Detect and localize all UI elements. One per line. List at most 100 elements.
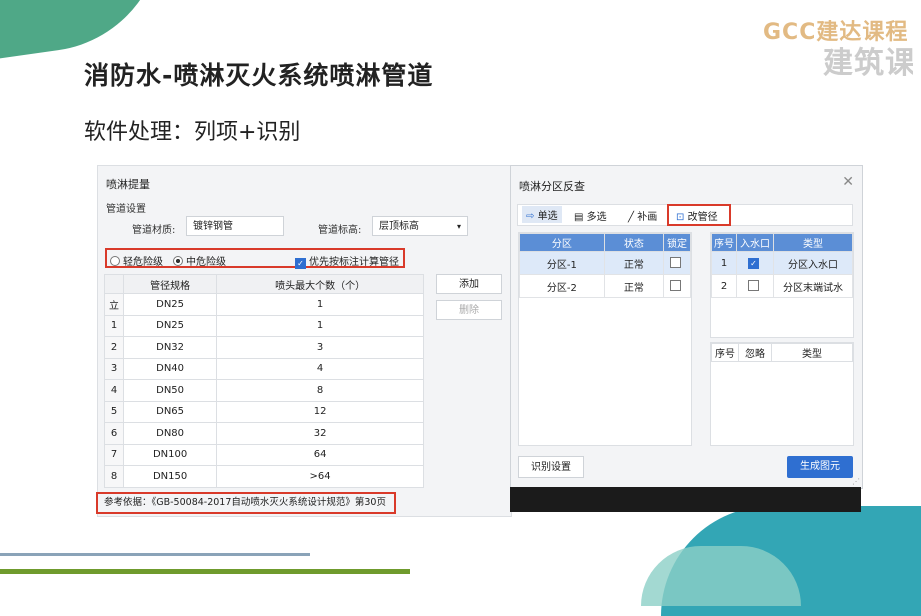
close-icon[interactable]: ✕ xyxy=(842,174,854,190)
row-index: 4 xyxy=(104,379,124,402)
sprinkler-extraction-dialog: 喷淋提量 管道设置 管道材质: 镀锌钢管 管道标高: 层顶标高 ▾ 轻危险级 中… xyxy=(96,165,512,517)
cell-count[interactable]: 4 xyxy=(216,357,424,380)
table-row[interactable]: 8 DN150 >64 xyxy=(104,465,424,488)
lock-checkbox[interactable] xyxy=(663,251,691,275)
tool-multi-select[interactable]: ▤ 多选 xyxy=(574,208,607,223)
table-row[interactable]: 4 DN50 8 xyxy=(104,379,424,402)
inlet-panel: 序号 入水口 类型 1 ✓ 分区入水口 2 分区末端试水 xyxy=(710,232,854,338)
elevation-value: 层顶标高 xyxy=(379,221,419,232)
table-header-spec: 管径规格 xyxy=(122,274,218,294)
resize-grip-icon[interactable]: ⋰ xyxy=(852,477,860,486)
material-label: 管道材质: xyxy=(132,225,176,236)
row-index: 5 xyxy=(104,400,124,423)
zone-panel: 分区 状态 锁定 分区-1 正常 分区-2 正常 xyxy=(518,232,692,446)
header-lock: 锁定 xyxy=(663,233,691,252)
header-type: 类型 xyxy=(771,343,853,362)
cell-spec[interactable]: DN25 xyxy=(122,314,218,337)
cell-spec[interactable]: DN32 xyxy=(122,336,218,359)
reference-note: 参考依据：《GB-50084-2017自动喷水灭火系统设计规范》第30页 xyxy=(96,492,396,514)
cell-spec[interactable]: DN100 xyxy=(122,443,218,466)
inlet-checkbox[interactable]: ✓ xyxy=(736,251,774,275)
radio-icon xyxy=(110,256,120,266)
lock-checkbox[interactable] xyxy=(663,274,691,298)
pipe-settings-group-label: 管道设置 xyxy=(106,204,146,215)
row-index: 1 xyxy=(104,314,124,337)
radio-label: 轻危险级 xyxy=(123,257,163,268)
table-row[interactable]: 5 DN65 12 xyxy=(104,400,424,423)
table-row[interactable]: 7 DN100 64 xyxy=(104,443,424,466)
row-index: 立 xyxy=(104,293,124,316)
header-status: 状态 xyxy=(603,233,665,252)
radio-selected-icon xyxy=(173,256,183,266)
ignore-table: 序号 忽略 类型 xyxy=(711,343,853,362)
cell-count[interactable]: 8 xyxy=(216,379,424,402)
header-inlet: 入水口 xyxy=(736,233,774,252)
inlet-table: 序号 入水口 类型 1 ✓ 分区入水口 2 分区末端试水 xyxy=(711,233,853,298)
pipe-diameter-table: 管径规格 喷头最大个数（个） 立 DN25 1 1 DN25 1 2 DN32 3 3 DN4… xyxy=(104,274,424,488)
header-no: 序号 xyxy=(711,343,739,362)
tool-single-select[interactable]: ⇨ 单选 xyxy=(522,206,562,223)
hazard-options-highlight: 轻危险级 中危险级 ✓ 优先按标注计算管径 xyxy=(105,248,405,269)
row-index: 2 xyxy=(104,336,124,359)
cell-spec[interactable]: DN65 xyxy=(122,400,218,423)
cell-spec[interactable]: DN25 xyxy=(122,293,218,316)
logo-subtext: 建筑课程 xyxy=(823,46,913,81)
table-row[interactable]: 3 DN40 4 xyxy=(104,357,424,380)
ignore-panel: 序号 忽略 类型 xyxy=(710,342,854,446)
row-index: 3 xyxy=(104,357,124,380)
cell-spec[interactable]: DN80 xyxy=(122,422,218,445)
cell-count[interactable]: 1 xyxy=(216,293,424,316)
tool-label: 补画 xyxy=(637,212,658,223)
zone-status: 正常 xyxy=(603,274,665,298)
table-header-count: 喷头最大个数（个） xyxy=(216,274,424,294)
identify-settings-button[interactable]: 识别设置 xyxy=(518,456,584,478)
checkbox-icon xyxy=(670,279,681,291)
radio-light-hazard[interactable]: 轻危险级 xyxy=(110,253,163,268)
tool-label: 单选 xyxy=(537,211,558,222)
material-field[interactable]: 镀锌钢管 xyxy=(186,216,284,236)
cell-count[interactable]: 12 xyxy=(216,400,424,423)
inlet-no: 2 xyxy=(711,274,737,298)
dialog-title: 喷淋提量 xyxy=(106,178,150,191)
cell-spec[interactable]: DN50 xyxy=(122,379,218,402)
table-header-index xyxy=(104,274,124,294)
dark-bottom-bar xyxy=(510,487,861,512)
cell-count[interactable]: >64 xyxy=(216,465,424,488)
cell-count[interactable]: 1 xyxy=(216,314,424,337)
checkbox-icon xyxy=(670,256,681,268)
zone-table: 分区 状态 锁定 分区-1 正常 分区-2 正常 xyxy=(519,233,691,298)
table-row[interactable]: 分区-1 正常 xyxy=(519,251,691,275)
inlet-type: 分区末端试水 xyxy=(773,274,853,298)
priority-annotation-checkbox[interactable]: ✓ 优先按标注计算管径 xyxy=(295,253,399,269)
tool-fill-draw[interactable]: ╱ 补画 xyxy=(628,208,657,223)
generate-elements-button[interactable]: 生成图元 xyxy=(787,456,853,478)
cursor-icon: ⇨ xyxy=(526,211,535,222)
table-row[interactable]: 1 ✓ 分区入水口 xyxy=(711,251,853,275)
radio-medium-hazard[interactable]: 中危险级 xyxy=(173,253,226,268)
table-row[interactable]: 2 分区末端试水 xyxy=(711,274,853,298)
add-button[interactable]: 添加 xyxy=(436,274,502,294)
row-index: 6 xyxy=(104,422,124,445)
cell-spec[interactable]: DN40 xyxy=(122,357,218,380)
table-row[interactable]: 1 DN25 1 xyxy=(104,314,424,337)
zone-status: 正常 xyxy=(603,251,665,275)
elevation-select[interactable]: 层顶标高 ▾ xyxy=(372,216,468,236)
table-row[interactable]: 立 DN25 1 xyxy=(104,293,424,316)
cell-count[interactable]: 32 xyxy=(216,422,424,445)
inlet-type: 分区入水口 xyxy=(773,251,853,275)
delete-button[interactable]: 删除 xyxy=(436,300,502,320)
cell-count[interactable]: 64 xyxy=(216,443,424,466)
slide-subtitle: 软件处理：列项+识别 xyxy=(84,120,301,145)
table-row[interactable]: 2 DN32 3 xyxy=(104,336,424,359)
multi-select-icon: ▤ xyxy=(574,212,584,223)
cell-spec[interactable]: DN150 xyxy=(122,465,218,488)
dialog-title: 喷淋分区反查 xyxy=(519,180,585,193)
table-row[interactable]: 分区-2 正常 xyxy=(519,274,691,298)
header-type: 类型 xyxy=(773,233,853,252)
table-row[interactable]: 6 DN80 32 xyxy=(104,422,424,445)
decorative-line-green xyxy=(0,569,410,574)
inlet-checkbox[interactable] xyxy=(736,274,774,298)
cell-count[interactable]: 3 xyxy=(216,336,424,359)
change-diameter-highlight xyxy=(667,204,731,226)
header-ignore: 忽略 xyxy=(738,343,772,362)
